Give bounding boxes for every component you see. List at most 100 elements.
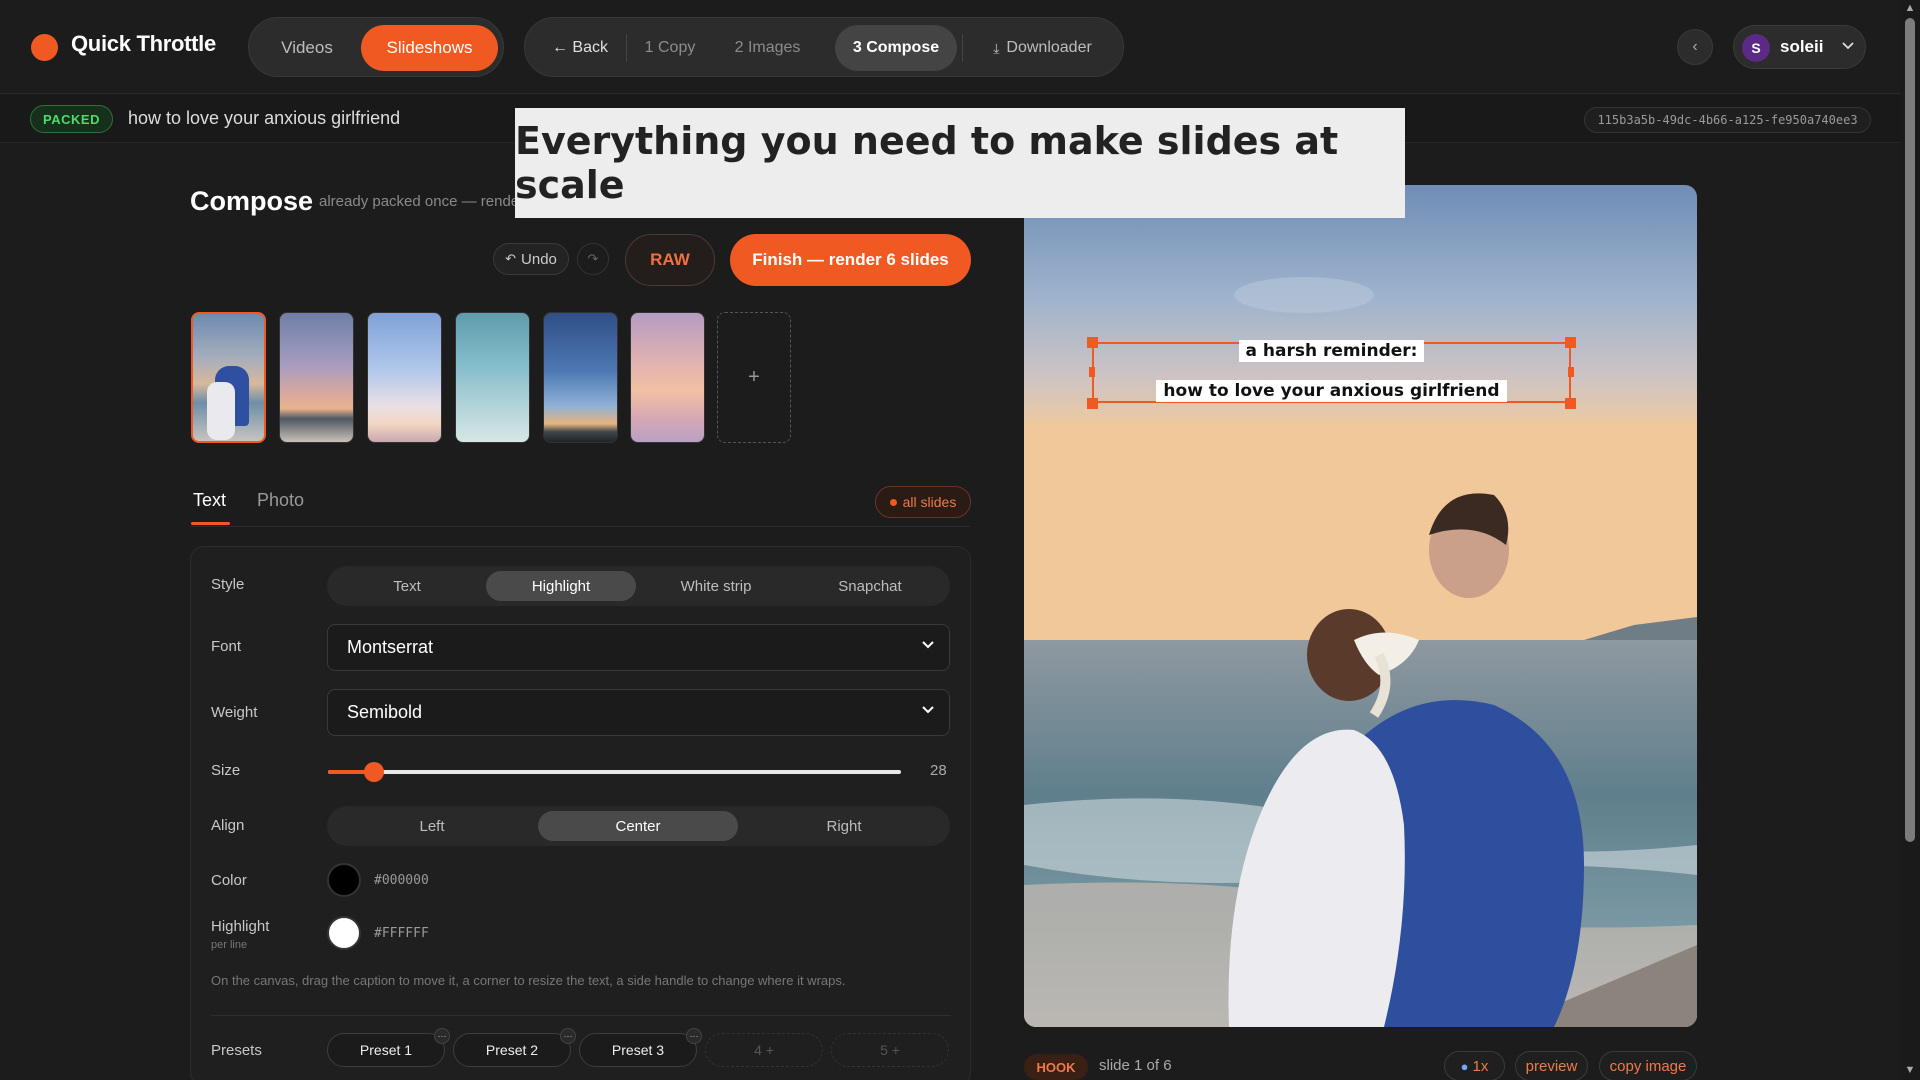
slideshows-tab[interactable]: Slideshows	[361, 25, 498, 71]
wrap-handle-left[interactable]	[1089, 367, 1095, 377]
undo-button[interactable]: ↶ Undo	[493, 243, 569, 275]
preset-4-slot[interactable]: 4 +	[705, 1033, 823, 1067]
more-icon[interactable]: ···	[434, 1028, 450, 1044]
copy-image-button[interactable]: copy image	[1599, 1051, 1697, 1080]
wrap-handle-right[interactable]	[1568, 367, 1574, 377]
slide-counter: slide 1 of 6	[1099, 1057, 1172, 1074]
finish-render-button[interactable]: Finish — render 6 slides	[730, 234, 971, 286]
tab-divider	[190, 526, 970, 527]
zoom-button[interactable]: ● 1x	[1444, 1051, 1505, 1080]
slide-preview-canvas[interactable]	[1024, 185, 1697, 1027]
highlight-color-swatch[interactable]	[327, 916, 361, 950]
magnifier-icon: ●	[1460, 1058, 1469, 1074]
project-title: how to love your anxious girlfriend	[128, 108, 401, 128]
preset-1-button[interactable]: Preset 1 ···	[327, 1028, 450, 1067]
back-button[interactable]: ← Back	[535, 25, 625, 71]
preset-2-button[interactable]: Preset 2 ···	[453, 1028, 576, 1067]
mode-switch: Videos Slideshows	[248, 17, 504, 77]
weight-select[interactable]: Semibold	[327, 689, 950, 736]
scope-label: all slides	[902, 494, 957, 510]
slide-role-badge: HOOK	[1024, 1054, 1088, 1080]
align-center[interactable]: Center	[538, 811, 738, 841]
slide-thumbnail[interactable]	[630, 312, 705, 443]
color-label: Color	[211, 872, 247, 889]
preset-label: Preset 3	[611, 1042, 665, 1058]
style-option-snapchat[interactable]: Snapchat	[795, 571, 945, 601]
redo-button[interactable]: ↷	[577, 243, 609, 275]
font-select[interactable]: Montserrat	[327, 624, 950, 671]
preview-photo	[1024, 185, 1697, 1027]
status-badge: PACKED	[30, 105, 113, 133]
chevron-down-icon	[921, 637, 935, 654]
active-tab-indicator	[191, 522, 230, 525]
caption-text: how to love your anxious girlfriend	[1156, 380, 1507, 402]
style-option-text[interactable]: Text	[332, 571, 482, 601]
plus-icon: +	[748, 366, 760, 388]
size-slider-track[interactable]	[328, 770, 901, 774]
undo-icon: ↶	[505, 251, 517, 266]
step-compose[interactable]: 3 Compose	[835, 25, 957, 71]
style-option-highlight[interactable]: Highlight	[486, 571, 636, 601]
preset-5-slot[interactable]: 5 +	[831, 1033, 949, 1067]
slide-thumbnail[interactable]	[279, 312, 354, 443]
scrollbar-thumb[interactable]	[1905, 18, 1915, 842]
preset-label: Preset 1	[359, 1042, 413, 1058]
scroll-up-icon[interactable]: ▲	[1903, 2, 1917, 14]
preview-button[interactable]: preview	[1515, 1051, 1588, 1080]
more-icon[interactable]: ···	[686, 1028, 702, 1044]
downloader-button[interactable]: ⤓ Downloader	[970, 25, 1115, 71]
step-divider	[626, 34, 627, 62]
collapse-button[interactable]: ‹	[1677, 29, 1713, 65]
step-nav: ← Back 1 Copy 2 Images 3 Compose ⤓ Downl…	[524, 17, 1124, 77]
raw-button[interactable]: RAW	[625, 234, 715, 286]
videos-tab[interactable]: Videos	[257, 25, 357, 71]
align-right[interactable]: Right	[744, 811, 944, 841]
highlight-color-hex: #FFFFFF	[374, 926, 429, 941]
highlight-sublabel: per line	[211, 939, 248, 951]
slide-thumbnail[interactable]	[191, 312, 266, 443]
slide-thumbnail[interactable]	[455, 312, 530, 443]
downloader-label: Downloader	[1006, 39, 1092, 56]
align-left[interactable]: Left	[332, 811, 532, 841]
tab-text[interactable]: Text	[193, 490, 226, 511]
slide-thumbnail[interactable]	[543, 312, 618, 443]
preset-3-button[interactable]: Preset 3 ···	[579, 1028, 702, 1067]
style-option-white-strip[interactable]: White strip	[641, 571, 791, 601]
project-id[interactable]: 115b3a5b-49dc-4b66-a125-fe950a740ee3	[1584, 107, 1871, 133]
highlight-label: Highlight	[211, 918, 270, 935]
tab-photo[interactable]: Photo	[257, 490, 304, 511]
size-value: 28	[930, 762, 947, 779]
chevron-down-icon	[921, 702, 935, 719]
logo-icon	[31, 34, 58, 61]
step-divider	[962, 34, 963, 62]
font-value: Montserrat	[347, 637, 434, 657]
font-label: Font	[211, 638, 242, 655]
align-selector: Left Center Right	[327, 806, 950, 846]
page-subtitle: already packed once — rende	[319, 193, 520, 210]
step-images[interactable]: 2 Images	[715, 25, 820, 71]
undo-label: Undo	[521, 250, 557, 268]
size-slider-handle[interactable]	[363, 762, 384, 782]
text-color-hex: #000000	[374, 873, 429, 888]
user-name: soleii	[1780, 37, 1824, 56]
chevron-left-icon: ‹	[1692, 38, 1698, 55]
user-menu[interactable]: S soleii	[1733, 25, 1866, 69]
add-slide-button[interactable]: +	[717, 312, 791, 443]
caption-line: a harsh reminder:	[1092, 340, 1571, 362]
style-label: Style	[211, 576, 245, 593]
style-selector: Text Highlight White strip Snapchat	[327, 566, 950, 606]
weight-value: Semibold	[347, 702, 423, 722]
app-name: Quick Throttle	[71, 31, 216, 56]
text-color-swatch[interactable]	[327, 863, 361, 897]
dot-icon	[889, 498, 897, 506]
divider	[211, 1015, 951, 1016]
scope-toggle[interactable]: all slides	[875, 486, 971, 518]
preset-label: Preset 2	[485, 1042, 539, 1058]
caption-line: how to love your anxious girlfriend	[1092, 380, 1571, 402]
download-icon: ⤓	[993, 39, 1000, 56]
slide-thumbnail[interactable]	[367, 312, 442, 443]
step-copy[interactable]: 1 Copy	[630, 25, 710, 71]
more-icon[interactable]: ···	[560, 1028, 576, 1044]
banner-text: Everything you need to make slides at sc…	[515, 119, 1339, 207]
scroll-down-icon[interactable]: ▼	[1903, 1064, 1917, 1076]
